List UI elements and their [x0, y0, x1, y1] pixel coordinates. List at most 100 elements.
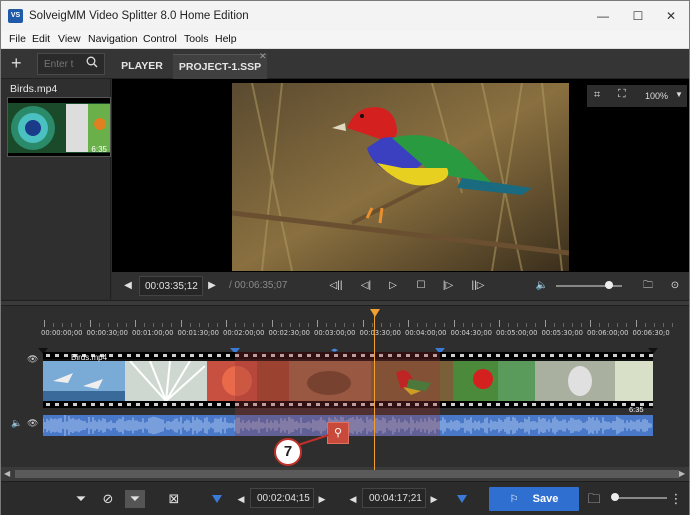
ruler-minor-tick	[535, 323, 537, 327]
ruler-minor-tick	[480, 323, 482, 327]
prev-out-icon[interactable]: ◀	[343, 490, 363, 508]
scroll-right-icon[interactable]: ▶	[679, 469, 685, 478]
menu-file[interactable]: File	[9, 33, 26, 45]
video-preview[interactable]: ⌗ ⛶ 100% ▼	[112, 79, 689, 272]
close-tab-icon[interactable]: ✕	[259, 51, 267, 62]
stop-icon[interactable]: ☐	[411, 276, 431, 296]
snapshot-icon[interactable]: ⊙	[665, 276, 685, 296]
save-button[interactable]: ⚐ Save	[489, 487, 579, 511]
perforation	[118, 403, 122, 406]
menu-tools[interactable]: Tools	[184, 33, 209, 45]
crop-icon[interactable]: ⌗	[594, 89, 600, 102]
filter-icon[interactable]: ⏷	[71, 490, 91, 508]
perforation	[640, 354, 644, 357]
search-icon[interactable]	[81, 53, 103, 75]
next-marker-icon[interactable]: ||▷	[468, 276, 488, 296]
zoom-knob[interactable]	[611, 493, 619, 501]
ruler-minor-tick	[189, 323, 191, 327]
frame-back-icon[interactable]: ◀	[118, 276, 138, 296]
next-out-icon[interactable]: ▶	[424, 490, 444, 508]
chevron-down-icon[interactable]: ▼	[675, 90, 683, 99]
split-icon[interactable]: ⚲	[327, 422, 349, 444]
perforation	[631, 354, 635, 357]
perforation	[91, 403, 95, 406]
perforation	[55, 354, 59, 357]
perforation	[163, 354, 167, 357]
marker-in-time[interactable]: 00:02:04;15	[250, 488, 314, 508]
play-icon[interactable]: ▷	[383, 276, 403, 296]
ruler-tick-label: 00:02:00;00	[223, 329, 265, 337]
zoom-slider[interactable]	[613, 497, 667, 499]
audio-visibility-icon[interactable]: 👁	[27, 418, 38, 429]
ruler-minor-tick	[571, 323, 573, 327]
step-back-icon[interactable]: ◁|	[356, 276, 376, 296]
step-forward-icon[interactable]: |▷	[438, 276, 458, 296]
ruler-minor-tick	[344, 323, 346, 327]
scrollbar-thumb[interactable]	[15, 470, 679, 478]
fullscreen-icon[interactable]: ⛶	[618, 88, 626, 101]
library-thumbnail[interactable]: 6:35	[7, 97, 111, 157]
menu-edit[interactable]: Edit	[32, 33, 50, 45]
next-in-icon[interactable]: ▶	[312, 490, 332, 508]
perforation	[451, 354, 455, 357]
thumb-duration: 6:35	[91, 145, 107, 154]
prev-in-icon[interactable]: ◀	[231, 490, 251, 508]
prev-marker-icon[interactable]: ◁||	[326, 276, 346, 296]
mute-fragment-icon[interactable]: ⊠	[164, 490, 184, 508]
ruler-minor-tick	[553, 323, 555, 327]
minimize-button[interactable]: —	[589, 6, 617, 26]
media-library: Birds.mp4 6:35	[1, 79, 111, 299]
ruler-minor-tick	[380, 323, 382, 327]
ruler-tick	[317, 320, 318, 327]
perforation	[613, 403, 617, 406]
ruler-tick-label: 00:01:00;00	[132, 329, 174, 337]
volume-knob[interactable]	[605, 281, 613, 289]
perforation	[496, 403, 500, 406]
marker-in-icon[interactable]	[212, 495, 222, 503]
ruler-minor-tick	[426, 323, 428, 327]
maximize-button[interactable]: ☐	[624, 6, 652, 26]
frame-forward-icon[interactable]: ▶	[202, 276, 222, 296]
perforation	[604, 403, 608, 406]
current-time[interactable]: 00:03:35;12	[139, 276, 203, 296]
tab-project[interactable]: PROJECT-1.SSP	[173, 54, 267, 79]
marker-out-time[interactable]: 00:04:17;21	[362, 488, 426, 508]
ruler-tick-label: 00:03:30;00	[359, 329, 401, 337]
close-button[interactable]: ✕	[657, 6, 685, 26]
perforation	[514, 354, 518, 357]
more-icon[interactable]: ⋮	[669, 490, 683, 508]
perforation	[136, 354, 140, 357]
timeline-scrollbar[interactable]: ◀ ▶	[1, 467, 689, 481]
menu-navigation[interactable]: Navigation	[88, 33, 138, 45]
ruler-minor-tick	[462, 323, 464, 327]
perforation	[550, 403, 554, 406]
perforation	[649, 403, 653, 406]
ruler-tick	[408, 320, 409, 327]
save-flag-icon: ⚐	[509, 494, 519, 505]
perforation	[451, 403, 455, 406]
scroll-left-icon[interactable]: ◀	[4, 469, 10, 478]
timeline[interactable]: 00:00:00;00 00:00:30;00 00:01:00;00 00:01:3…	[1, 306, 689, 481]
tab-player[interactable]: PLAYER	[113, 54, 171, 79]
output-folder-icon[interactable]: 🗀	[584, 490, 604, 508]
filter-selected-icon[interactable]: ⏷	[125, 490, 145, 508]
zoom-level[interactable]: 100%	[645, 91, 668, 101]
filter-off-icon[interactable]: ⊘	[98, 490, 118, 508]
perforation	[559, 403, 563, 406]
folder-icon[interactable]: 🗀	[638, 276, 658, 296]
menu-help[interactable]: Help	[215, 33, 237, 45]
ruler-tick	[590, 320, 591, 327]
volume-icon[interactable]: 🔈	[532, 276, 552, 296]
video-visibility-icon[interactable]: 👁	[27, 354, 38, 365]
playhead-handle[interactable]	[370, 309, 380, 317]
add-file-button[interactable]: +	[11, 53, 22, 74]
menu-view[interactable]: View	[58, 33, 81, 45]
bottom-toolbar: ⏷ ⊘ ⏷ ⊠ ◀ 00:02:04;15 ▶ ◀ 00:04:17;21 ▶ …	[1, 481, 689, 515]
marker-out-icon[interactable]	[457, 495, 467, 503]
perforation	[82, 403, 86, 406]
playhead[interactable]	[374, 310, 375, 470]
audio-mute-icon[interactable]: 🔈	[11, 418, 22, 429]
time-ruler[interactable]: 00:00:00;00 00:00:30;00 00:01:00;00 00:01:3…	[41, 320, 673, 338]
perforation	[478, 354, 482, 357]
menu-control[interactable]: Control	[143, 33, 177, 45]
